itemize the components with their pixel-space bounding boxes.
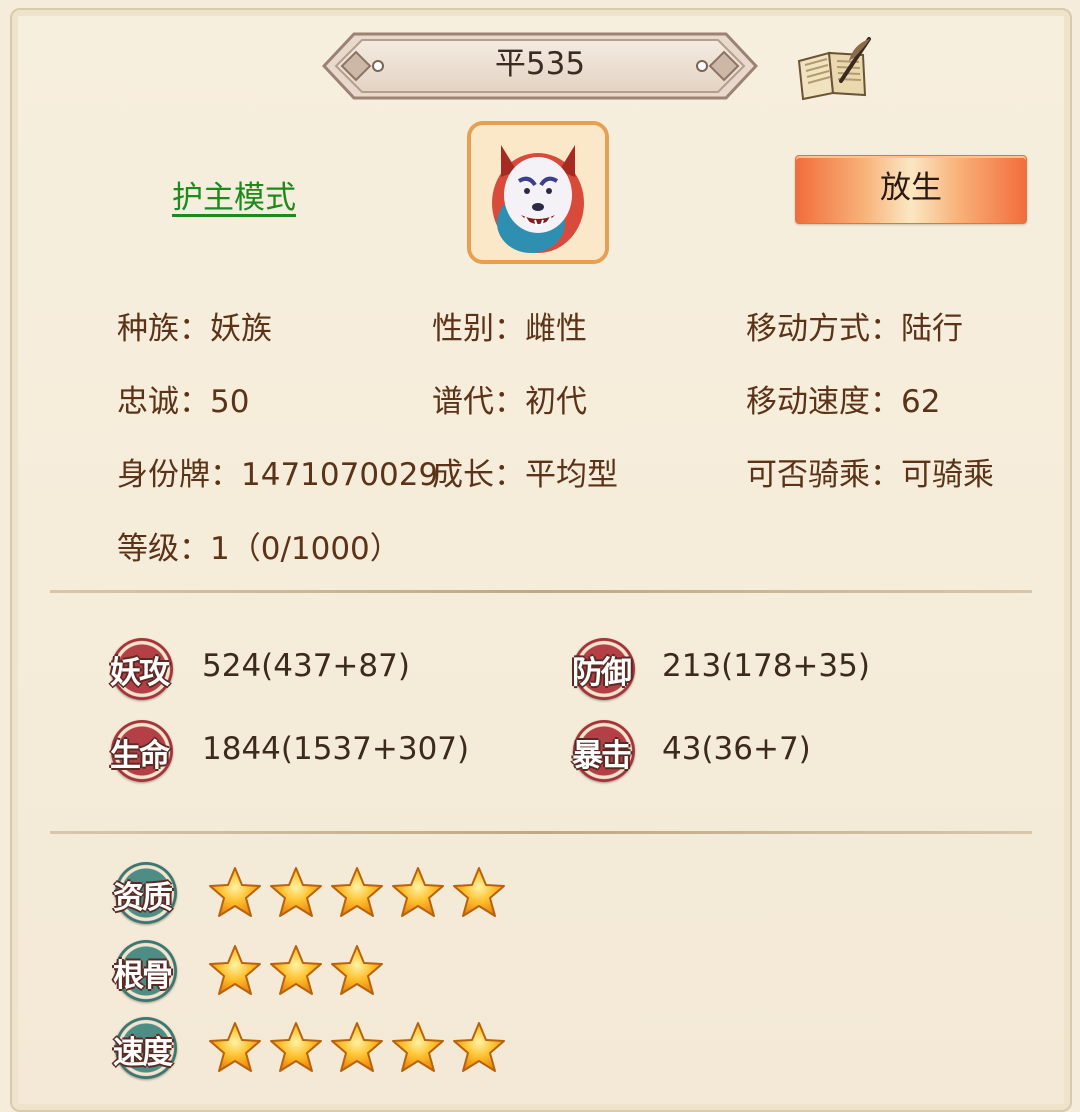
star-icon: [390, 1020, 446, 1076]
book-quill-icon[interactable]: [793, 35, 875, 101]
star-icon: [268, 865, 324, 921]
aptitude-quality-label: 资质: [113, 880, 173, 916]
info-growth-label: 成长：: [432, 457, 525, 493]
info-id-tag-value: 1471070029: [241, 457, 439, 493]
page-title: 平535: [494, 46, 586, 82]
divider: [50, 831, 1032, 834]
stat-attack-label: 妖攻: [110, 655, 170, 691]
info-move-type-value: 陆行: [901, 311, 963, 347]
info-move-type: 移动方式：陆行: [746, 303, 963, 348]
info-loyalty-value: 50: [210, 384, 250, 420]
star-icon: [329, 943, 385, 999]
info-level-label: 等级：: [117, 531, 210, 567]
stat-hp-label: 生命: [110, 738, 170, 774]
info-generation-value: 初代: [525, 384, 587, 420]
info-move-speed-value: 62: [901, 384, 941, 420]
info-rideable-value: 可骑乘: [901, 457, 994, 493]
stat-crit-value: 43(36+7): [662, 731, 811, 767]
stat-defense-label: 防御: [572, 655, 632, 691]
info-gender-label: 性别：: [432, 311, 525, 347]
info-generation-label: 谱代：: [432, 384, 525, 420]
star-icon: [268, 1020, 324, 1076]
pet-avatar[interactable]: [467, 121, 609, 264]
star-icon: [207, 865, 263, 921]
info-rideable: 可否骑乘：可骑乘: [746, 449, 994, 494]
info-race-label: 种族：: [117, 311, 210, 347]
info-generation: 谱代：初代: [432, 376, 587, 421]
star-icon: [329, 865, 385, 921]
info-level-value: 1（0/1000）: [210, 531, 401, 567]
info-growth: 成长：平均型: [432, 449, 618, 494]
info-id-tag-label: 身份牌：: [117, 457, 241, 493]
info-move-type-label: 移动方式：: [746, 311, 901, 347]
info-loyalty-label: 忠诚：: [117, 384, 210, 420]
star-icon: [207, 943, 263, 999]
star-icon: [451, 865, 507, 921]
star-icon: [329, 1020, 385, 1076]
stat-attack-value: 524(437+87): [202, 648, 410, 684]
star-icon: [390, 865, 446, 921]
divider: [50, 590, 1032, 593]
guard-mode-link[interactable]: 护主模式: [172, 172, 296, 217]
release-button[interactable]: 放生: [795, 155, 1027, 224]
stat-crit-label: 暴击: [572, 738, 632, 774]
info-growth-value: 平均型: [525, 457, 618, 493]
star-icon: [207, 1020, 263, 1076]
aptitude-bone-label: 根骨: [113, 958, 173, 994]
title-plaque: 平535: [322, 28, 758, 104]
stat-defense-value: 213(178+35): [662, 648, 870, 684]
info-race-value: 妖族: [210, 311, 272, 347]
info-gender-value: 雌性: [525, 311, 587, 347]
pet-wolf-avatar: [471, 125, 605, 260]
info-race: 种族：妖族: [117, 303, 272, 348]
info-move-speed-label: 移动速度：: [746, 384, 901, 420]
stat-hp-value: 1844(1537+307): [202, 731, 470, 767]
star-icon: [451, 1020, 507, 1076]
info-rideable-label: 可否骑乘：: [746, 457, 901, 493]
info-loyalty: 忠诚：50: [117, 376, 249, 421]
info-move-speed: 移动速度：62: [746, 376, 940, 421]
aptitude-speed-label: 速度: [113, 1035, 173, 1071]
info-level: 等级：1（0/1000）: [117, 523, 401, 568]
star-icon: [268, 943, 324, 999]
info-gender: 性别：雌性: [432, 303, 587, 348]
info-id-tag: 身份牌：1471070029: [117, 449, 438, 494]
